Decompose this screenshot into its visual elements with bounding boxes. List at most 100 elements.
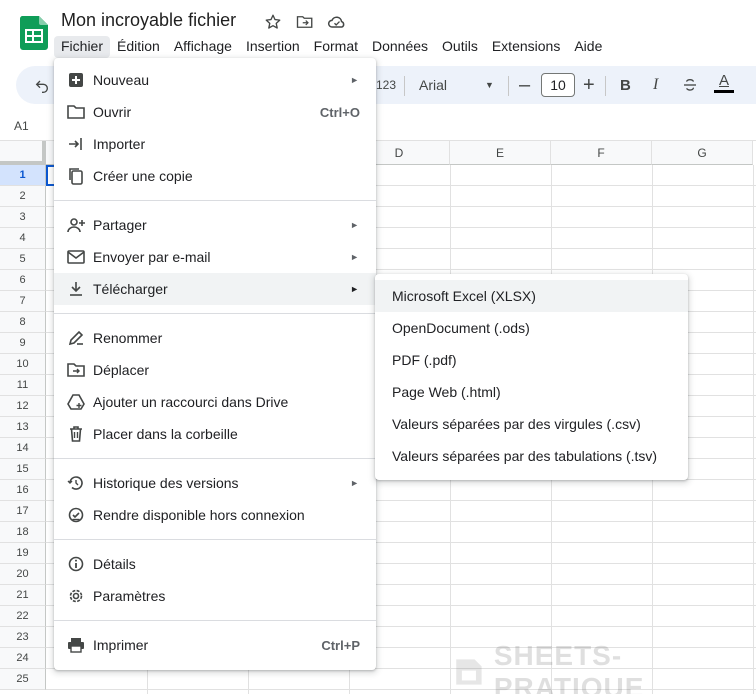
sheets-logo-icon[interactable] — [19, 16, 48, 50]
menu-item-label: Envoyer par e-mail — [93, 249, 211, 265]
row-header[interactable]: 8 — [0, 312, 46, 333]
menu-item-details[interactable]: Détails — [54, 548, 376, 580]
text-color-button[interactable]: A — [714, 64, 734, 102]
menu-item-creer-copie[interactable]: Créer une copie — [54, 160, 376, 192]
row-header[interactable]: 19 — [0, 543, 46, 564]
italic-button[interactable]: I — [653, 66, 658, 104]
name-box[interactable]: A1 — [14, 119, 29, 133]
row-header[interactable]: 7 — [0, 291, 46, 312]
download-xlsx[interactable]: Microsoft Excel (XLSX) — [375, 280, 688, 312]
menu-item-label: Historique des versions — [93, 475, 239, 491]
bold-button[interactable]: B — [620, 66, 631, 104]
menu-item-historique[interactable]: Historique des versions ► — [54, 467, 376, 499]
column-header-g[interactable]: G — [652, 141, 753, 165]
row-header[interactable]: 10 — [0, 354, 46, 375]
menu-extensions[interactable]: Extensions — [485, 36, 567, 58]
column-header-f[interactable]: F — [551, 141, 652, 165]
menu-item-partager[interactable]: Partager ► — [54, 209, 376, 241]
menu-edition[interactable]: Édition — [110, 36, 167, 58]
download-pdf[interactable]: PDF (.pdf) — [375, 344, 688, 376]
menu-item-nouveau[interactable]: Nouveau ► — [54, 64, 376, 96]
menu-item-raccourci-drive[interactable]: Ajouter un raccourci dans Drive — [54, 386, 376, 418]
download-tsv[interactable]: Valeurs séparées par des tabulations (.t… — [375, 440, 688, 472]
trash-icon — [66, 424, 86, 444]
menu-item-label: Télécharger — [93, 281, 168, 297]
menu-item-ouvrir[interactable]: Ouvrir Ctrl+O — [54, 96, 376, 128]
download-ods[interactable]: OpenDocument (.ods) — [375, 312, 688, 344]
menu-item-imprimer[interactable]: Imprimer Ctrl+P — [54, 629, 376, 661]
drive-shortcut-icon — [66, 392, 86, 412]
download-icon — [66, 279, 86, 299]
move-folder-icon[interactable] — [294, 12, 316, 32]
menu-item-hors-connexion[interactable]: Rendre disponible hors connexion — [54, 499, 376, 531]
submenu-item-label: PDF (.pdf) — [392, 352, 457, 368]
document-title[interactable]: Mon incroyable fichier — [61, 10, 236, 31]
increase-font-size-icon[interactable]: + — [583, 66, 595, 104]
menu-item-label: Créer une copie — [93, 168, 193, 184]
menu-item-label: Déplacer — [93, 362, 150, 378]
number-format-button[interactable]: 123 — [376, 66, 396, 104]
menu-fichier[interactable]: Fichier — [54, 36, 111, 58]
row-header[interactable]: 2 — [0, 186, 46, 207]
row-header[interactable]: 5 — [0, 249, 46, 270]
cloud-status-icon[interactable] — [326, 12, 348, 32]
row-header[interactable]: 17 — [0, 501, 46, 522]
menu-aide[interactable]: Aide — [567, 36, 609, 58]
column-header-e[interactable]: E — [450, 141, 551, 165]
decrease-font-size-icon[interactable]: – — [519, 66, 530, 104]
row-header[interactable]: 21 — [0, 585, 46, 606]
row-header[interactable]: 12 — [0, 396, 46, 417]
row-header[interactable]: 15 — [0, 459, 46, 480]
menu-donnees[interactable]: Données — [365, 36, 435, 58]
download-html[interactable]: Page Web (.html) — [375, 376, 688, 408]
menu-item-label: Imprimer — [93, 637, 149, 653]
menu-separator — [54, 313, 376, 314]
row-header[interactable]: 16 — [0, 480, 46, 501]
info-icon — [66, 554, 86, 574]
select-all-corner[interactable] — [0, 141, 46, 165]
history-icon — [66, 473, 86, 493]
star-icon[interactable] — [262, 12, 284, 32]
undo-icon[interactable] — [34, 66, 50, 104]
submenu-item-label: OpenDocument (.ods) — [392, 320, 530, 336]
row-header[interactable]: 14 — [0, 438, 46, 459]
row-header[interactable]: 22 — [0, 606, 46, 627]
menu-item-telecharger[interactable]: Télécharger ► — [54, 273, 376, 305]
menu-item-deplacer[interactable]: Déplacer — [54, 354, 376, 386]
font-size-input[interactable]: 10 — [541, 73, 575, 97]
row-header[interactable]: 13 — [0, 417, 46, 438]
menu-insertion[interactable]: Insertion — [239, 36, 307, 58]
strikethrough-icon[interactable] — [682, 66, 698, 104]
row-header[interactable]: 9 — [0, 333, 46, 354]
row-header[interactable]: 4 — [0, 228, 46, 249]
menu-item-label: Détails — [93, 556, 136, 572]
menu-item-envoyer-email[interactable]: Envoyer par e-mail ► — [54, 241, 376, 273]
menu-item-label: Nouveau — [93, 72, 150, 88]
row-header[interactable]: 20 — [0, 564, 46, 585]
submenu-arrow-icon: ► — [350, 252, 359, 262]
menu-item-importer[interactable]: Importer — [54, 128, 376, 160]
font-family-select[interactable]: Arial ▼ — [419, 66, 494, 104]
dropdown-arrow-icon: ▼ — [485, 80, 494, 90]
shortcut-label: Ctrl+O — [319, 104, 360, 120]
menu-item-corbeille[interactable]: Placer dans la corbeille — [54, 418, 376, 450]
menu-separator — [54, 539, 376, 540]
menu-outils[interactable]: Outils — [435, 36, 485, 58]
row-header[interactable]: 11 — [0, 375, 46, 396]
row-header[interactable]: 3 — [0, 207, 46, 228]
menu-separator — [54, 200, 376, 201]
watermark-logo-icon — [456, 659, 482, 685]
row-header[interactable]: 25 — [0, 669, 46, 690]
menu-item-renommer[interactable]: Renommer — [54, 322, 376, 354]
row-header[interactable]: 1 — [0, 165, 46, 186]
row-header[interactable]: 23 — [0, 627, 46, 648]
row-header[interactable]: 24 — [0, 648, 46, 669]
download-submenu: Microsoft Excel (XLSX) OpenDocument (.od… — [375, 274, 688, 480]
row-header[interactable]: 18 — [0, 522, 46, 543]
menu-item-parametres[interactable]: Paramètres — [54, 580, 376, 612]
menu-format[interactable]: Format — [307, 36, 365, 58]
submenu-item-label: Page Web (.html) — [392, 384, 501, 400]
menu-affichage[interactable]: Affichage — [167, 36, 239, 58]
download-csv[interactable]: Valeurs séparées par des virgules (.csv) — [375, 408, 688, 440]
row-header[interactable]: 6 — [0, 270, 46, 291]
